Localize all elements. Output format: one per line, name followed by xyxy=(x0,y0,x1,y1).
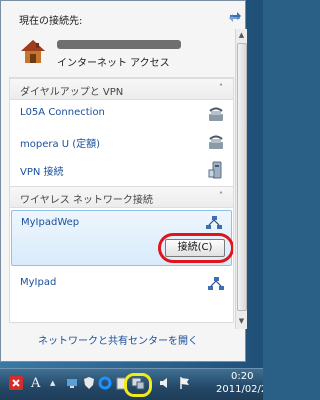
action-center-flag-icon[interactable] xyxy=(178,376,192,390)
connection-label: L05A Connection xyxy=(20,107,105,118)
connection-label: MyIpadWep xyxy=(21,217,80,228)
taskbar: A ▲ 0:20 2011/02/2 xyxy=(0,368,263,400)
language-indicator[interactable]: A xyxy=(31,376,40,391)
screen: 現在の接続先: インターネット アクセス ダイヤルアップと VPN ˄ L05A… xyxy=(0,0,263,400)
network-flyout: 現在の接続先: インターネット アクセス ダイヤルアップと VPN ˄ L05A… xyxy=(0,0,247,362)
network-tray-icon[interactable] xyxy=(65,376,79,390)
scroll-thumb[interactable] xyxy=(237,43,247,311)
phone-modem-icon xyxy=(209,107,223,121)
shield-icon[interactable] xyxy=(82,376,96,390)
scroll-up-arrow-icon[interactable]: ▲ xyxy=(236,29,247,41)
scroll-down-arrow-icon[interactable]: ▼ xyxy=(236,315,247,327)
chevron-up-icon: ˄ xyxy=(219,191,223,200)
connection-label: mopera U (定額) xyxy=(20,139,101,150)
list-item-myipadwep-selected[interactable]: MyIpadWep 接続(C) xyxy=(11,210,233,266)
current-network: インターネット アクセス xyxy=(19,37,239,73)
connect-button[interactable]: 接続(C) xyxy=(165,239,225,257)
security-alert-icon[interactable] xyxy=(9,376,23,390)
vpn-computer-icon xyxy=(208,161,222,179)
yellow-annotation-circle xyxy=(124,373,152,397)
connection-list: ダイヤルアップと VPN ˄ L05A Connection mopera U … xyxy=(9,77,234,323)
connection-label: VPN 接続 xyxy=(20,167,64,178)
connection-label: MyIpad xyxy=(20,277,57,288)
section-dialup-vpn[interactable]: ダイヤルアップと VPN ˄ xyxy=(10,78,233,100)
phone-modem-icon xyxy=(209,135,223,149)
internet-access-label: インターネット アクセス xyxy=(57,58,170,69)
adhoc-network-icon xyxy=(206,216,222,229)
chevron-up-icon: ˄ xyxy=(219,83,223,92)
open-network-sharing-center-link[interactable]: ネットワークと共有センターを開く xyxy=(1,323,235,361)
adhoc-network-icon xyxy=(208,277,224,290)
sync-icon[interactable] xyxy=(98,376,112,390)
section-title: ダイヤルアップと VPN xyxy=(20,87,124,98)
show-hidden-icons-caret[interactable]: ▲ xyxy=(50,379,55,387)
clock-time[interactable]: 0:20 xyxy=(231,371,253,382)
refresh-icon[interactable] xyxy=(227,9,243,25)
section-wireless[interactable]: ワイヤレス ネットワーク接続 ˄ xyxy=(10,186,233,208)
house-network-icon xyxy=(21,40,45,63)
list-item-mopera[interactable]: mopera U (定額) xyxy=(10,130,233,154)
network-name-redacted xyxy=(57,40,181,49)
list-item-myipad[interactable]: MyIpad xyxy=(10,272,233,296)
list-item-l05a[interactable]: L05A Connection xyxy=(10,102,233,126)
volume-icon[interactable] xyxy=(158,376,172,390)
section-title: ワイヤレス ネットワーク接続 xyxy=(20,195,153,206)
scrollbar[interactable]: ▲ ▼ xyxy=(235,29,247,329)
clock-date[interactable]: 2011/02/2 xyxy=(216,384,263,395)
current-connection-header: 現在の接続先: xyxy=(19,16,83,27)
list-item-vpn[interactable]: VPN 接続 xyxy=(10,158,233,182)
